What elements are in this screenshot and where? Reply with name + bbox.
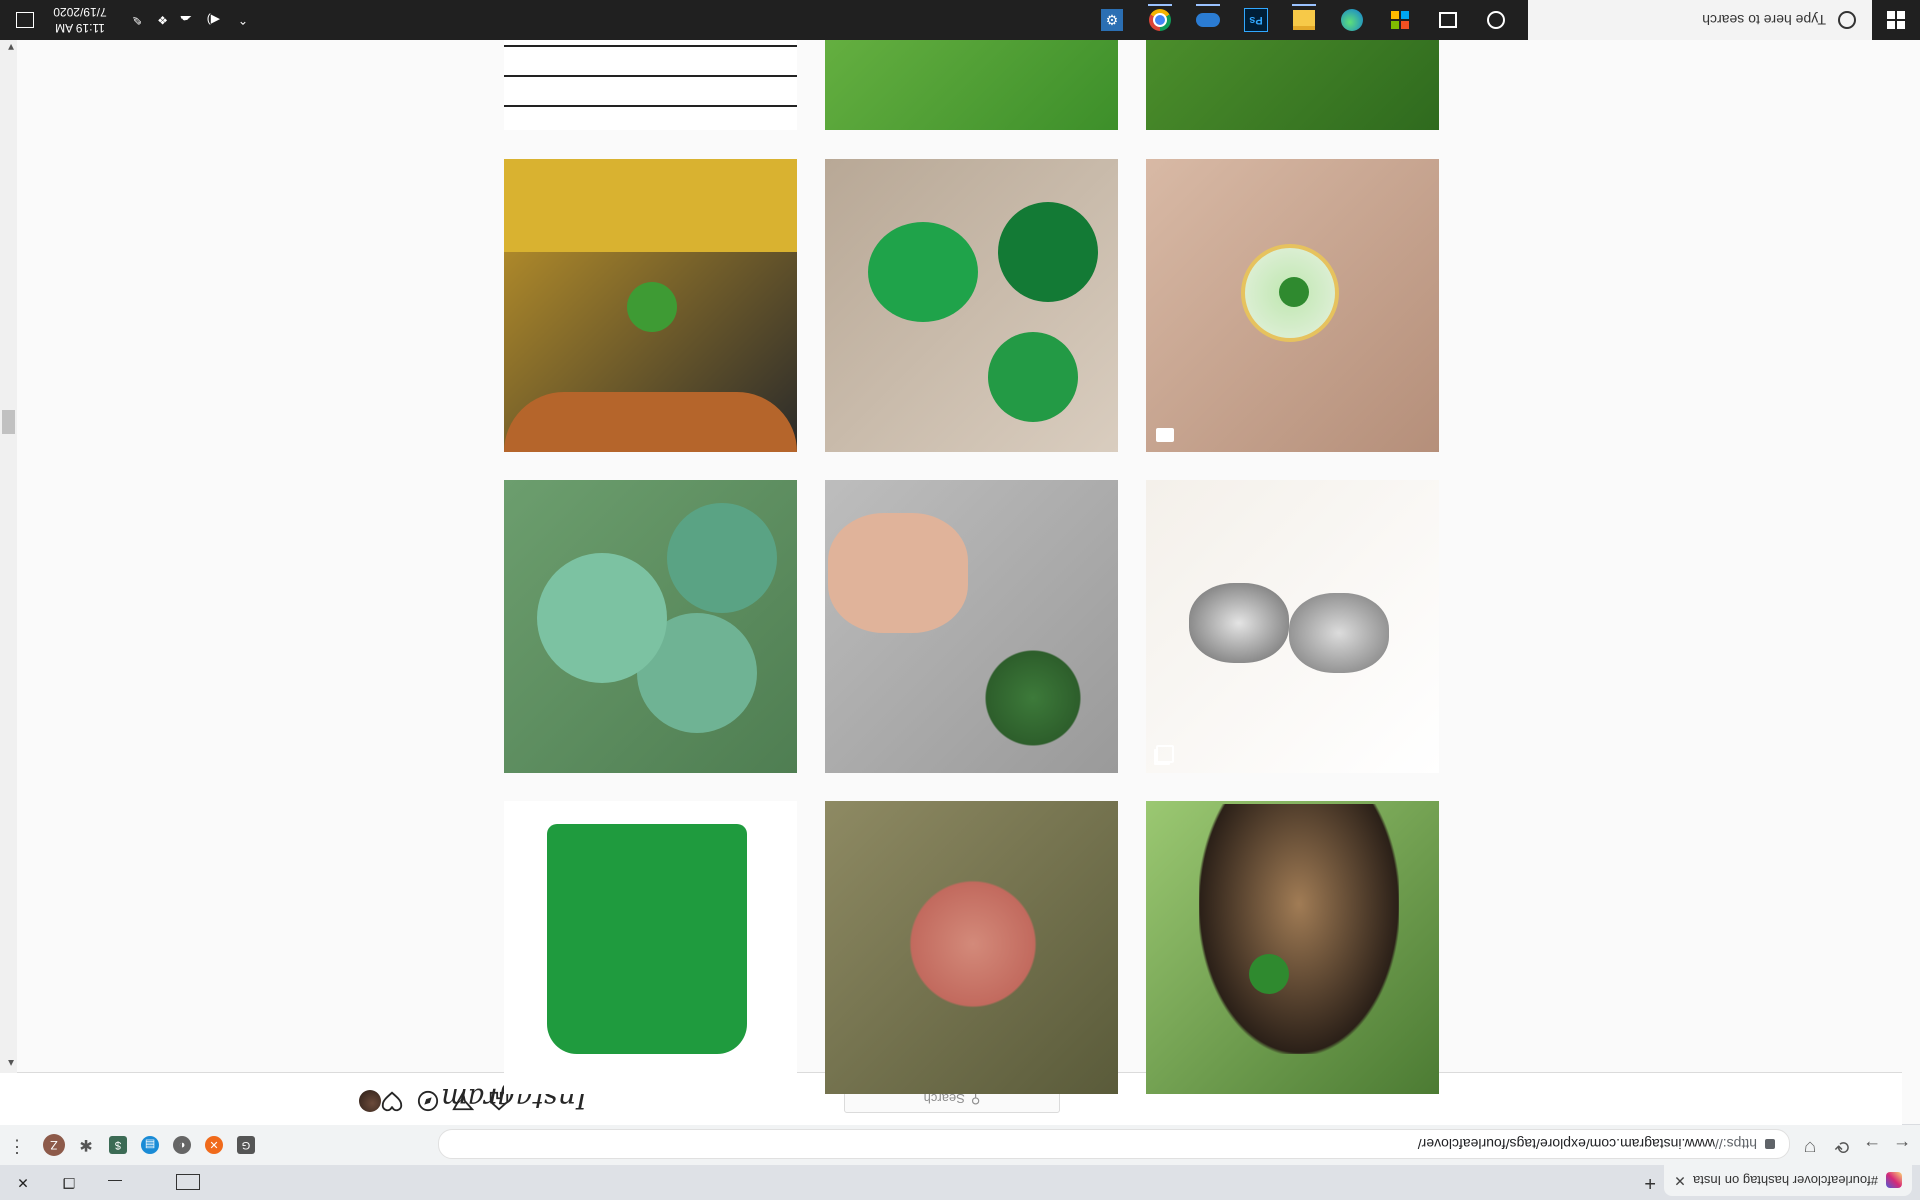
browser-tab-strip: #fourleafclover hashtag on Insta ✕ + — ❐… xyxy=(0,1165,1920,1200)
photoshop-icon[interactable]: Ps xyxy=(1240,4,1272,36)
url-scheme: https:// xyxy=(1714,1136,1757,1152)
activity-heart-icon[interactable] xyxy=(380,1089,404,1113)
taskbar-search-placeholder: Type here to search xyxy=(1702,12,1826,28)
tile-clover-leaves[interactable] xyxy=(504,480,797,773)
cortana-icon[interactable] xyxy=(1480,4,1512,36)
extension-blue-icon[interactable]: ▤ xyxy=(141,1136,159,1154)
file-explorer-icon[interactable] xyxy=(1288,4,1320,36)
scroll-up-arrow-icon[interactable]: ▲ xyxy=(6,1057,16,1068)
tab-layout-icon[interactable] xyxy=(176,1174,200,1190)
close-window-button[interactable]: ✕ xyxy=(0,1165,46,1200)
tab-close-icon[interactable]: ✕ xyxy=(1670,1172,1690,1189)
forward-button[interactable]: → xyxy=(1860,1136,1884,1157)
tile-silver-earrings[interactable] xyxy=(1146,480,1439,773)
instagram-favicon-icon xyxy=(1886,1172,1902,1189)
clock-date: 7/19/2020 xyxy=(53,5,107,19)
extension-circle-icon[interactable]: ◐ xyxy=(173,1136,191,1154)
profile-avatar-icon[interactable] xyxy=(358,1089,382,1113)
browser-toolbar: ← → ⟳ ⛉ https:// www.instagram.com/explo… xyxy=(0,1124,1920,1165)
minimize-button[interactable]: — xyxy=(92,1165,138,1200)
extensions-puzzle-icon[interactable]: ✱ xyxy=(77,1136,95,1154)
restore-button[interactable]: ❐ xyxy=(46,1165,92,1200)
lock-icon xyxy=(1765,1139,1775,1149)
task-view-icon[interactable] xyxy=(1432,4,1464,36)
volume-icon[interactable]: ◀) xyxy=(207,0,220,40)
bookmark-icon[interactable]: ⛉ xyxy=(1798,1138,1822,1155)
tab-title: #fourleafclover hashtag on Insta xyxy=(1692,1173,1878,1188)
direct-messages-icon[interactable] xyxy=(451,1089,475,1113)
tile-green-onesie[interactable] xyxy=(504,801,797,1094)
extension-green-icon[interactable]: $ xyxy=(109,1136,127,1154)
tile-hand-clover-car[interactable] xyxy=(504,159,797,452)
explore-compass-icon[interactable] xyxy=(416,1089,440,1113)
onedrive-icon[interactable] xyxy=(1192,4,1224,36)
windows-logo-icon xyxy=(1887,11,1905,29)
scrollbar-thumb[interactable] xyxy=(2,410,15,434)
pen-tray-icon[interactable]: ✎ xyxy=(132,0,142,40)
extension-orange-icon[interactable]: ✕ xyxy=(205,1136,223,1154)
tray-chevron-icon[interactable]: ⌃ xyxy=(238,0,248,40)
tile-pink-clover[interactable] xyxy=(825,801,1118,1094)
microsoft-store-icon[interactable] xyxy=(1384,4,1416,36)
dropbox-tray-icon[interactable]: ❖ xyxy=(157,0,168,40)
profile-avatar[interactable]: Z xyxy=(43,1134,65,1156)
browser-tab[interactable]: #fourleafclover hashtag on Insta ✕ xyxy=(1664,1165,1912,1196)
scroll-down-arrow-icon[interactable]: ▼ xyxy=(6,41,16,52)
extension-g-icon[interactable]: G xyxy=(237,1136,255,1154)
tile-green-shamrocks[interactable] xyxy=(825,159,1118,452)
search-icon xyxy=(1838,11,1856,29)
settings-app-icon[interactable]: ⚙ xyxy=(1096,4,1128,36)
page-scrollbar[interactable] xyxy=(0,0,17,1073)
tile-hand-clover-pavement[interactable] xyxy=(825,480,1118,773)
notification-center-icon[interactable] xyxy=(16,12,34,28)
taskbar-search-box[interactable]: Type here to search xyxy=(1528,0,1872,40)
tile-magnifier-clover[interactable] xyxy=(1146,159,1439,452)
clock-time: 11:19 AM xyxy=(55,21,105,35)
windows-taskbar: Type here to search Ps ⚙ ⌃ ◀) ☁ ❖ ✎ 11:1… xyxy=(0,0,1920,40)
browser-menu-icon[interactable]: ⋮ xyxy=(8,1136,26,1157)
taskbar-clock[interactable]: 11:19 AM 7/19/2020 xyxy=(48,4,112,36)
new-tab-button[interactable]: + xyxy=(1644,1171,1656,1194)
tile-dog-clover[interactable] xyxy=(1146,801,1439,1094)
chrome-icon[interactable] xyxy=(1144,4,1176,36)
back-button[interactable]: ← xyxy=(1890,1136,1914,1157)
start-button[interactable] xyxy=(1872,0,1920,40)
edge-browser-icon[interactable] xyxy=(1336,4,1368,36)
url-text: www.instagram.com/explore/tags/fourleafc… xyxy=(1417,1136,1715,1152)
reload-button[interactable]: ⟳ xyxy=(1830,1136,1854,1157)
onedrive-tray-icon[interactable]: ☁ xyxy=(180,0,192,40)
address-bar[interactable]: https:// www.instagram.com/explore/tags/… xyxy=(438,1129,1790,1159)
